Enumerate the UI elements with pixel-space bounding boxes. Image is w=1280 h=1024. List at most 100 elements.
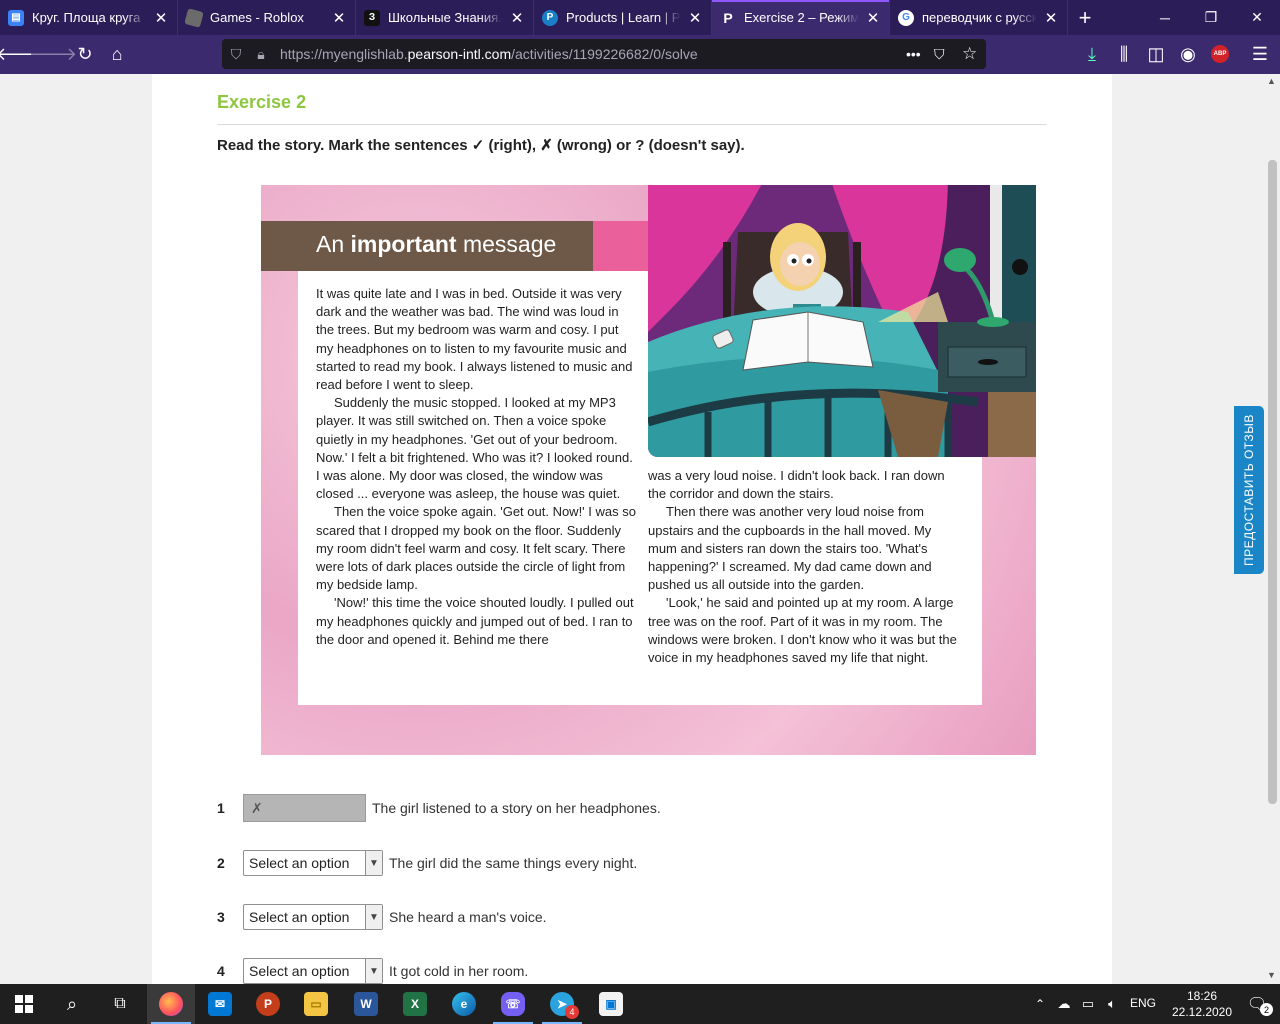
word-icon[interactable]: W [342,984,390,1024]
menu-hamburger-icon[interactable]: ☰ [1246,40,1274,68]
notification-count: 2 [1260,1003,1273,1016]
restore-button[interactable]: ❐ [1188,0,1234,35]
reload-icon[interactable]: ↻ [71,40,99,68]
new-tab-button[interactable]: + [1068,0,1102,35]
viber-icon[interactable]: ☏ [489,984,537,1024]
story-paragraph: was a very loud noise. I didn't look bac… [648,468,945,502]
tab-title: Круг. Площа круга [32,10,141,25]
clock-date: 22.12.2020 [1171,1005,1233,1019]
tab-favicon-icon: ▤ [8,9,24,26]
close-icon[interactable]: ✕ [1043,9,1059,27]
store-icon[interactable]: ▣ [587,984,635,1024]
page-scrollbar[interactable]: ▲ ▼ [1264,74,1280,984]
question-number: 4 [217,963,225,979]
tab-favicon-icon: G [898,9,914,26]
sidebar-icon[interactable]: ◫ [1142,40,1170,68]
excel-icon[interactable]: X [391,984,439,1024]
account-icon[interactable]: ◉ [1174,40,1202,68]
answer-select-3[interactable]: Select an option ▼ [243,904,383,930]
question-number: 1 [217,800,225,816]
search-icon[interactable]: ⌕ [48,984,96,1024]
minimize-button[interactable]: ─ [1142,0,1188,35]
telegram-icon[interactable]: ➤ 4 [538,984,586,1024]
question-4: 4 Select an option ▼ It got cold in her … [217,957,528,984]
exercise-title: Exercise 2 [217,92,307,112]
tab-exercise-2[interactable]: P Exercise 2 – Режим: пр ✕ [712,0,890,35]
clock[interactable]: 18:26 22.12.2020 [1170,988,1234,1020]
firefox-icon[interactable] [147,984,195,1024]
chevron-down-icon[interactable]: ▼ [365,959,382,983]
answer-select-2[interactable]: Select an option ▼ [243,850,383,876]
lock-icon[interactable]: 🔒︎ [250,46,272,63]
shield-icon[interactable]: ⛉ [222,46,250,63]
question-3: 3 Select an option ▼ She heard a man's v… [217,903,547,931]
task-view-icon[interactable]: ⧉ [96,984,144,1024]
powerpoint-icon[interactable]: P [244,984,292,1024]
close-window-button[interactable]: ✕ [1234,0,1280,35]
start-windows-icon[interactable] [0,984,48,1024]
feedback-tab[interactable]: ПРЕДОСТАВИТЬ ОТЗЫВ [1234,406,1264,574]
tab-title: Products | Learn | Pearson [566,10,681,25]
story-column-2: was a very loud noise. I didn't look bac… [648,467,960,667]
bookmark-star-icon[interactable]: ☆ [962,44,977,64]
adblock-icon[interactable]: ABP [1206,40,1234,68]
close-icon[interactable]: ✕ [331,9,347,27]
volume-icon[interactable]: 🔈︎ [1100,984,1124,1024]
forward-arrow-icon[interactable]: 🡒 [29,40,77,68]
activity-content: Exercise 2 Read the story. Mark the sent… [152,74,1112,984]
input-language[interactable]: ENG [1130,996,1156,1010]
tab-favicon-icon [184,7,204,28]
tab-krug[interactable]: ▤ Круг. Площа круга ✕ [0,0,178,35]
edge-icon[interactable]: e [440,984,488,1024]
close-icon[interactable]: ✕ [153,9,169,27]
close-icon[interactable]: ✕ [865,9,881,27]
network-icon[interactable]: ▭ [1076,984,1100,1024]
mail-icon[interactable]: ✉ [196,984,244,1024]
chevron-down-icon[interactable]: ▼ [365,851,382,875]
library-icon[interactable]: ⫼ [1110,40,1138,68]
story-paragraph: 'Look,' he said and pointed up at my roo… [648,595,957,666]
chevron-up-icon[interactable]: ⌃ [1028,984,1052,1024]
tab-znania[interactable]: З Школьные Знания.com ✕ [356,0,534,35]
windows-taskbar: ⌕ ⧉ ✉ P ▭ W X e ☏ ➤ 4 ▣ ⌃ ☁ ▭ 🔈︎ ENG 18:… [0,984,1280,1024]
answer-select-1[interactable]: ✗ [243,794,366,822]
story-image: An important message It was quite late a… [261,185,1036,755]
girl-in-bed-illustration [648,185,1036,457]
answer-select-4[interactable]: Select an option ▼ [243,958,383,984]
story-paragraph: Then there was another very loud noise f… [648,504,932,593]
tab-translator[interactable]: G переводчик с русского ✕ [890,0,1068,35]
story-paragraph: Then the voice spoke again. 'Get out. No… [316,504,636,593]
file-explorer-icon[interactable]: ▭ [292,984,340,1024]
more-actions-icon[interactable]: ••• [906,46,921,62]
navigation-toolbar: 🡐 🡒 ↻ ⌂ ⛉ 🔒︎ https://myenglishlab.pearso… [0,35,1280,74]
tab-title: Games - Roblox [210,10,304,25]
question-number: 2 [217,855,225,871]
title-divider [217,124,1047,125]
home-icon[interactable]: ⌂ [103,40,131,68]
story-title-accent [593,221,649,271]
close-icon[interactable]: ✕ [687,9,703,27]
story-paragraph: Suddenly the music stopped. I looked at … [316,395,633,502]
tab-strip: ▤ Круг. Площа круга ✕ Games - Roblox ✕ З… [0,0,1280,35]
chevron-down-icon[interactable]: ▼ [365,905,382,929]
download-icon[interactable]: ⤓ [1078,40,1106,68]
tab-roblox[interactable]: Games - Roblox ✕ [178,0,356,35]
story-paragraph: 'Now!' this time the voice shouted loudl… [316,595,634,647]
tab-favicon-icon: P [723,9,733,26]
exercise-instructions: Read the story. Mark the sentences ✓ (ri… [217,137,745,154]
question-number: 3 [217,909,225,925]
notifications-icon[interactable]: 🗨︎ 2 [1234,984,1280,1024]
tab-title: Школьные Знания.com [388,10,503,25]
tab-title: переводчик с русского [922,10,1037,25]
pocket-icon[interactable]: ⛉ [934,46,945,63]
url-bar[interactable]: ⛉ 🔒︎ https://myenglishlab.pearson-intl.c… [222,39,986,69]
scroll-down-icon[interactable]: ▼ [1267,970,1276,980]
tab-favicon-icon: З [364,9,380,26]
question-statement: She heard a man's voice. [389,909,547,925]
close-icon[interactable]: ✕ [509,9,525,27]
scroll-up-icon[interactable]: ▲ [1267,76,1276,86]
question-statement: It got cold in her room. [389,963,529,979]
tab-pearson-products[interactable]: P Products | Learn | Pearson ✕ [534,0,712,35]
scroll-thumb[interactable] [1268,160,1277,804]
onedrive-cloud-icon[interactable]: ☁ [1052,984,1076,1024]
